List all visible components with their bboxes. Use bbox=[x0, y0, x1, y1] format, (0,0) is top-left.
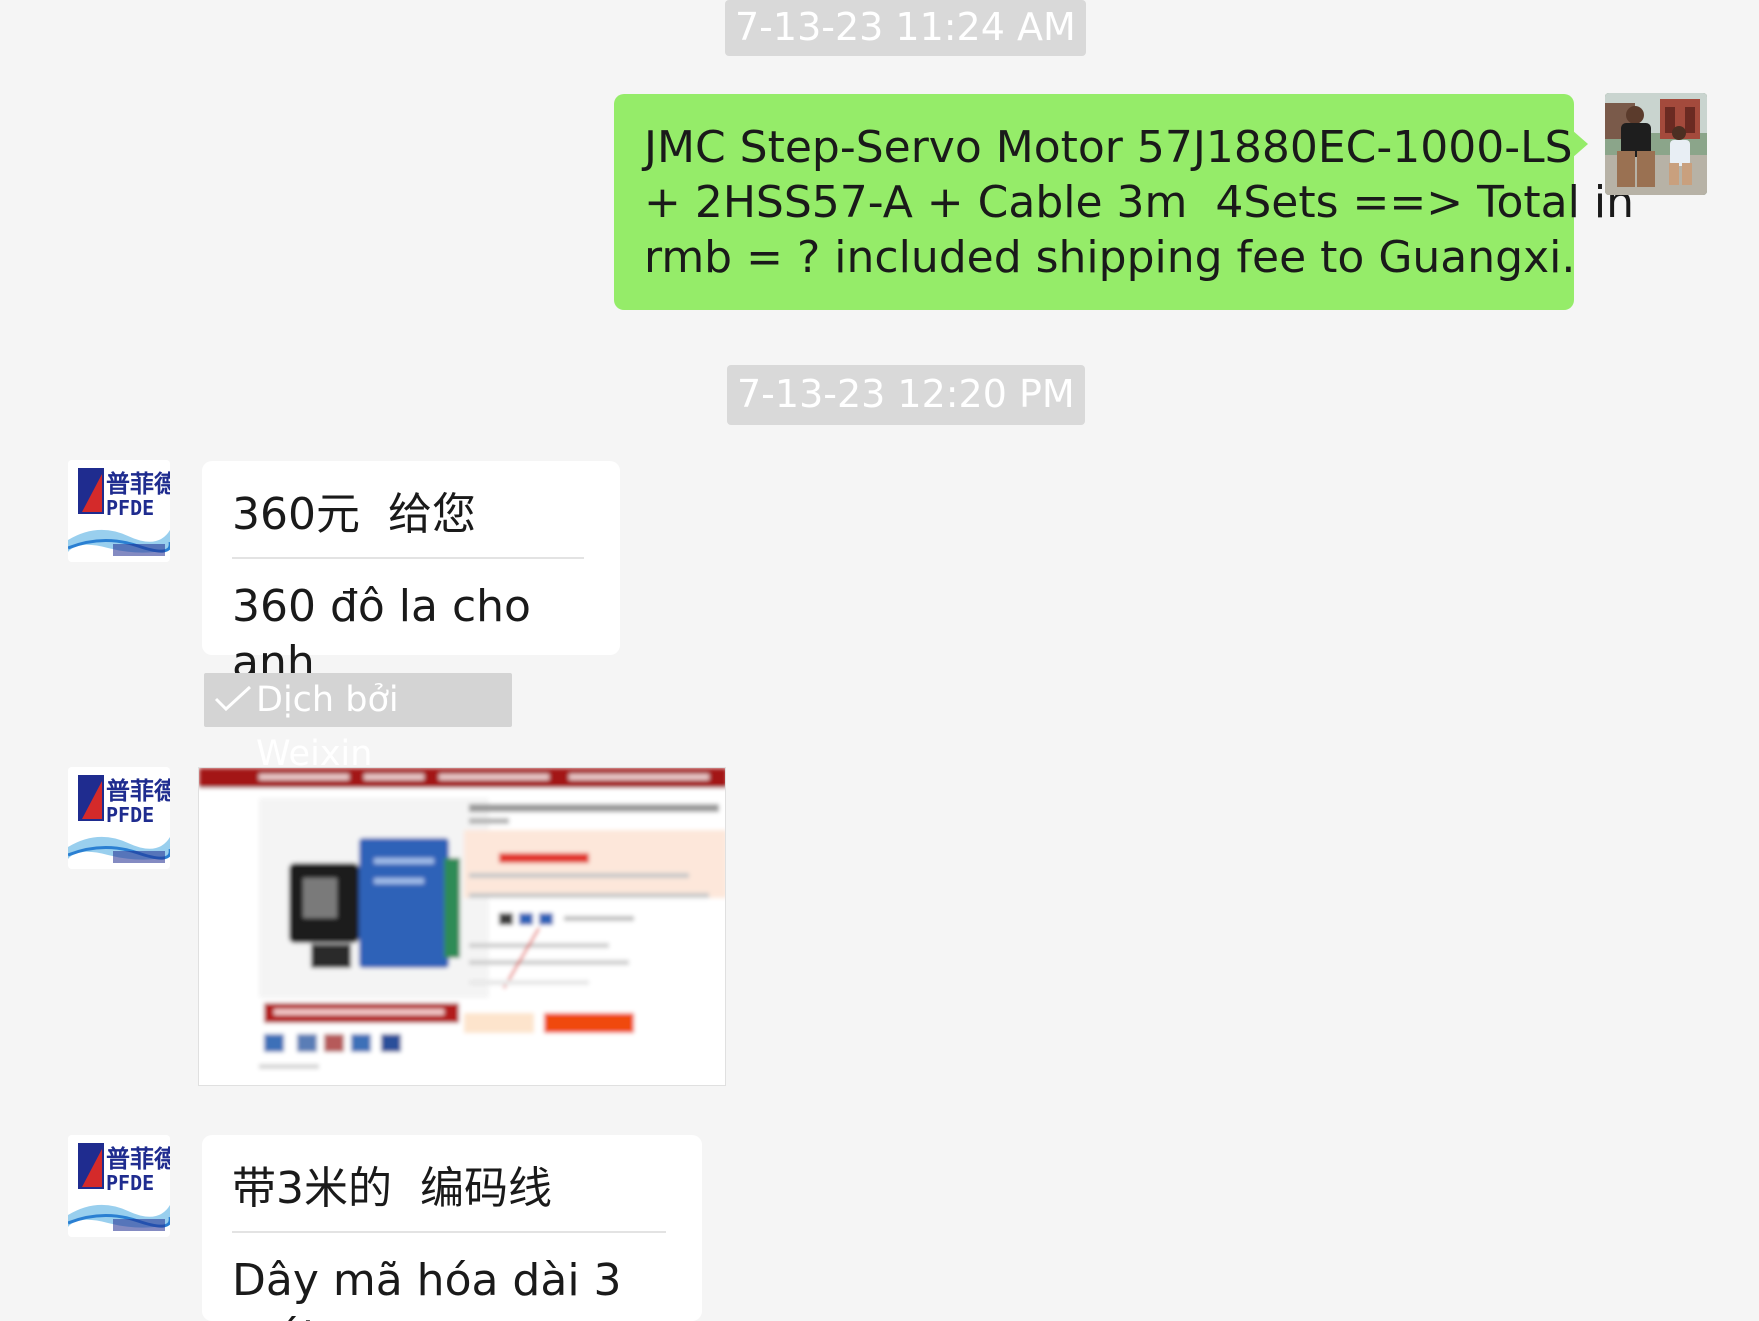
timestamp: 7-13-23 11:24 AM bbox=[725, 0, 1086, 56]
svg-text:PFDE: PFDE bbox=[106, 803, 154, 827]
incoming-message-bubble[interactable]: 360元 给您 360 đô la cho anh bbox=[202, 461, 620, 688]
incoming-message-bubble[interactable]: 带3米的 编码线 Dây mã hóa dài 3 mét bbox=[202, 1135, 702, 1321]
svg-text:普菲德: 普菲德 bbox=[106, 777, 170, 805]
timestamp: 7-13-23 12:20 PM bbox=[727, 365, 1085, 425]
chat-view: 7-13-23 11:24 AM JMC Step-Servo Motor 57… bbox=[0, 0, 1759, 1321]
avatar-photo bbox=[1605, 93, 1707, 195]
message-line: + 2HSS57-A + Cable 3m 4Sets ==> Total in bbox=[644, 177, 1634, 228]
translated-text: Dây mã hóa dài 3 mét bbox=[232, 1255, 622, 1321]
pfde-logo-icon: 普菲德 PFDE bbox=[68, 767, 170, 869]
image-message[interactable] bbox=[198, 767, 726, 1086]
translated-by-tag: Dịch bởi Weixin bbox=[204, 673, 512, 774]
original-text: 带3米的 编码线 bbox=[232, 1163, 552, 1214]
pfde-logo-icon: 普菲德 PFDE bbox=[68, 1135, 170, 1237]
svg-text:普菲德: 普菲德 bbox=[106, 470, 170, 498]
pfde-logo-icon: 普菲德 PFDE bbox=[68, 460, 170, 562]
product-screenshot-image bbox=[199, 768, 725, 1085]
outgoing-message-bubble[interactable]: JMC Step-Servo Motor 57J1880EC-1000-LS +… bbox=[614, 94, 1634, 310]
check-icon bbox=[214, 685, 252, 712]
contact-avatar[interactable]: 普菲德 PFDE bbox=[68, 460, 170, 562]
message-line: rmb = ? included shipping fee to Guangxi… bbox=[644, 232, 1576, 283]
svg-text:PFDE: PFDE bbox=[106, 1171, 154, 1195]
contact-avatar[interactable]: 普菲德 PFDE bbox=[68, 767, 170, 869]
original-text: 360元 给您 bbox=[232, 489, 476, 540]
my-avatar[interactable] bbox=[1605, 93, 1707, 195]
translated-by-label: Dịch bởi Weixin bbox=[256, 680, 399, 774]
message-line: JMC Step-Servo Motor 57J1880EC-1000-LS bbox=[644, 122, 1573, 173]
contact-avatar[interactable]: 普菲德 PFDE bbox=[68, 1135, 170, 1237]
svg-text:普菲德: 普菲德 bbox=[106, 1145, 170, 1173]
svg-text:PFDE: PFDE bbox=[106, 496, 154, 520]
